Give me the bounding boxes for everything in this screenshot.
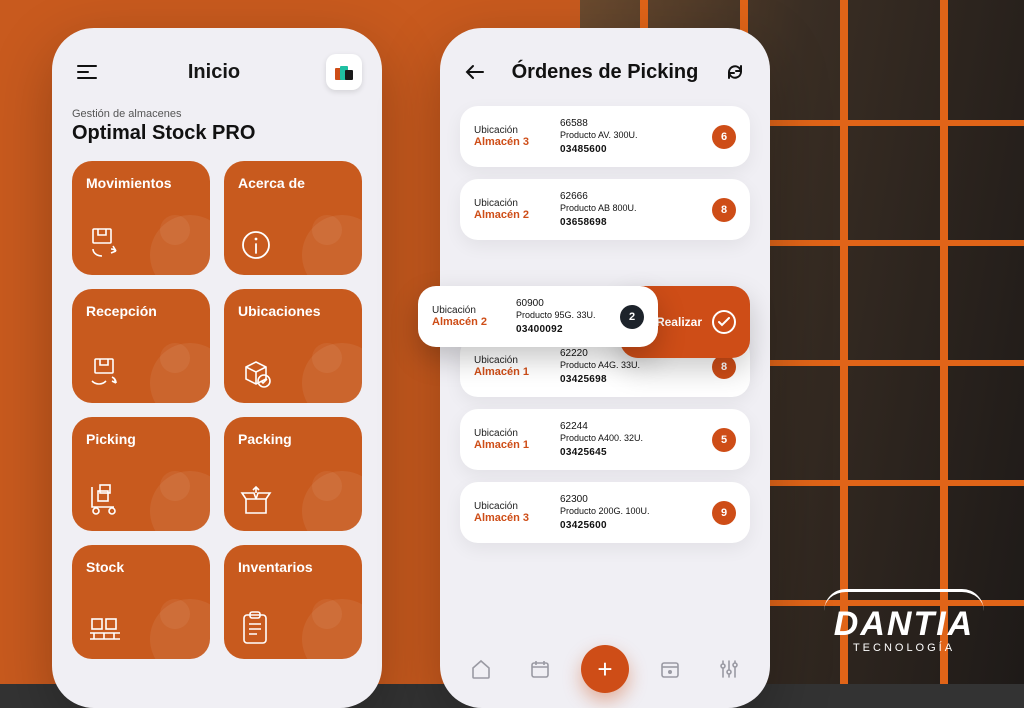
count-badge: 9	[712, 501, 736, 525]
order-card-selected[interactable]: UbicaciónAlmacén 2 60900Producto 95G. 33…	[418, 286, 658, 347]
warehouse: Almacén 3	[474, 136, 546, 148]
add-button[interactable]: +	[581, 645, 629, 693]
order-id: 62300	[560, 494, 698, 505]
tile-picking[interactable]: Picking	[72, 417, 210, 531]
tile-label: Picking	[86, 431, 196, 447]
receive-box-icon	[86, 353, 124, 391]
pallet-icon	[86, 609, 124, 647]
loc-label: Ubicación	[432, 305, 504, 316]
menu-icon[interactable]	[72, 57, 102, 87]
product: Producto 95G. 33U.	[516, 310, 608, 320]
brand-name: DANTIA	[824, 605, 984, 644]
home-icon[interactable]	[464, 652, 498, 686]
refresh-button[interactable]	[720, 57, 750, 87]
page-title: Inicio	[188, 61, 240, 84]
perform-label: Realizar	[656, 315, 702, 329]
page-title: Órdenes de Picking	[512, 61, 699, 84]
subtitle: Gestión de almacenes	[72, 108, 362, 120]
tile-movimientos[interactable]: Movimientos	[72, 161, 210, 275]
order-id: 66588	[560, 118, 698, 129]
order-id: 62666	[560, 191, 698, 202]
tile-ubicaciones[interactable]: Ubicaciones	[224, 289, 362, 403]
loc-label: Ubicación	[474, 198, 546, 209]
reference: 03658698	[560, 217, 698, 228]
count-badge: 5	[712, 428, 736, 452]
reference: 03425600	[560, 520, 698, 531]
app-switcher-button[interactable]	[326, 54, 362, 90]
product: Producto 200G. 100U.	[560, 506, 698, 516]
warehouse: Almacén 1	[474, 439, 546, 451]
tile-label: Stock	[86, 559, 196, 575]
tile-acerca-de[interactable]: Acerca de	[224, 161, 362, 275]
loc-label: Ubicación	[474, 428, 546, 439]
box-arrows-icon	[86, 225, 124, 263]
tile-label: Recepción	[86, 303, 196, 319]
order-id: 60900	[516, 298, 608, 309]
loc-label: Ubicación	[474, 355, 546, 366]
orders-list: UbicaciónAlmacén 3 66588Producto AV. 300…	[460, 106, 750, 543]
product: Producto AV. 300U.	[560, 130, 698, 140]
count-badge: 2	[620, 305, 644, 329]
calendar-icon[interactable]	[523, 652, 557, 686]
phone-picking-orders: Órdenes de Picking UbicaciónAlmacén 3 66…	[440, 28, 770, 708]
hand-truck-icon	[86, 481, 124, 519]
app-name: Optimal Stock PRO	[72, 122, 362, 145]
tile-inventarios[interactable]: Inventarios	[224, 545, 362, 659]
settings-sliders-icon[interactable]	[712, 652, 746, 686]
warehouse: Almacén 3	[474, 512, 546, 524]
product: Producto A400. 32U.	[560, 433, 698, 443]
tile-packing[interactable]: Packing	[224, 417, 362, 531]
order-card[interactable]: UbicaciónAlmacén 2 62666Producto AB 800U…	[460, 179, 750, 240]
reference: 03400092	[516, 324, 608, 335]
phone-home: Inicio Gestión de almacenes Optimal Stoc…	[52, 28, 382, 708]
box-check-icon	[238, 355, 274, 391]
clipboard-icon	[238, 609, 272, 647]
count-badge: 8	[712, 355, 736, 379]
warehouse: Almacén 2	[474, 209, 546, 221]
bottom-navigation: +	[440, 644, 770, 694]
brand-logo: DANTIA TECNOLOGÍA	[824, 589, 984, 654]
reference: 03425698	[560, 374, 698, 385]
boxes-icon	[335, 64, 353, 80]
reference: 03425645	[560, 447, 698, 458]
warehouse: Almacén 2	[432, 316, 504, 328]
count-badge: 6	[712, 125, 736, 149]
loc-label: Ubicación	[474, 501, 546, 512]
info-icon	[238, 227, 274, 263]
tile-label: Packing	[238, 431, 348, 447]
schedule-icon[interactable]	[653, 652, 687, 686]
order-card[interactable]: UbicaciónAlmacén 3 62300Producto 200G. 1…	[460, 482, 750, 543]
tile-label: Movimientos	[86, 175, 196, 191]
order-id: 62244	[560, 421, 698, 432]
reference: 03485600	[560, 144, 698, 155]
product: Producto A4G. 33U.	[560, 360, 698, 370]
home-grid: Movimientos Acerca de Recepción Ubicacio…	[72, 161, 362, 659]
check-circle-icon	[712, 310, 736, 334]
tile-label: Acerca de	[238, 175, 348, 191]
count-badge: 8	[712, 198, 736, 222]
order-card[interactable]: UbicaciónAlmacén 3 66588Producto AV. 300…	[460, 106, 750, 167]
loc-label: Ubicación	[474, 125, 546, 136]
tile-recepcion[interactable]: Recepción	[72, 289, 210, 403]
product: Producto AB 800U.	[560, 203, 698, 213]
order-card[interactable]: UbicaciónAlmacén 1 62244Producto A400. 3…	[460, 409, 750, 470]
open-box-icon	[238, 483, 274, 519]
tile-label: Ubicaciones	[238, 303, 348, 319]
tile-stock[interactable]: Stock	[72, 545, 210, 659]
back-button[interactable]	[460, 57, 490, 87]
warehouse: Almacén 1	[474, 366, 546, 378]
tile-label: Inventarios	[238, 559, 348, 575]
